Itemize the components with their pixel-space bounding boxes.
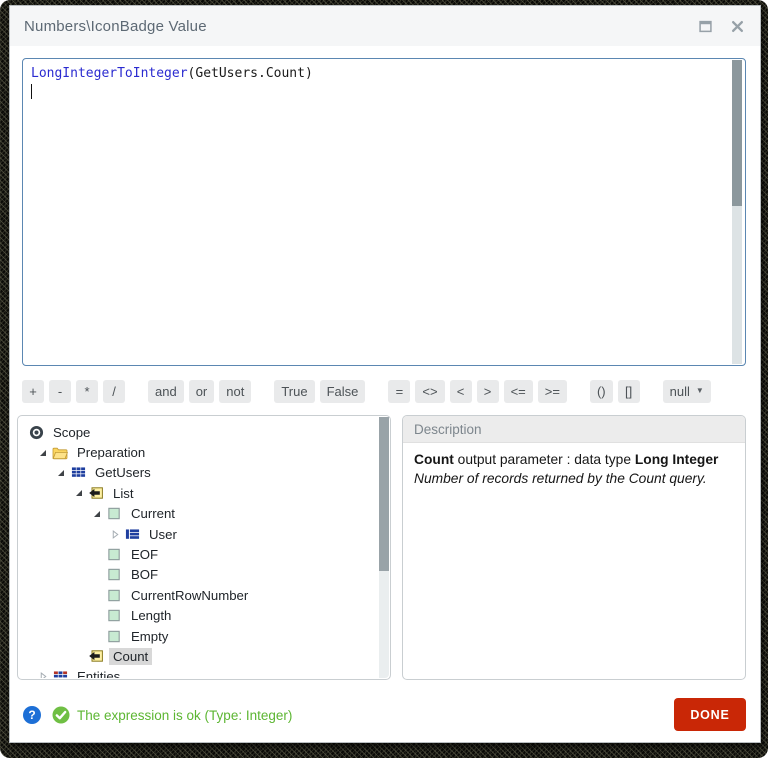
tree-item-eof[interactable]: EOF (19, 544, 377, 564)
value-square-icon (106, 587, 122, 603)
description-term: Count (414, 452, 454, 467)
aggregate-table-icon (70, 465, 86, 481)
tree-item-label: Length (131, 608, 172, 624)
expression-editor-dialog: Numbers\IconBadge Value LongIntegerToInt… (9, 5, 761, 743)
tree-item-label: List (113, 485, 134, 501)
value-square-icon (106, 547, 122, 563)
operator-divide-button[interactable]: / (103, 379, 125, 403)
tree-item-label: Preparation (77, 445, 146, 461)
tree-scrollbar[interactable] (379, 417, 389, 678)
tree-item-user[interactable]: User (19, 524, 377, 544)
operator-greater-button[interactable]: > (476, 379, 499, 403)
window-close-icon (731, 20, 743, 32)
tree-item-preparation[interactable]: Preparation (19, 442, 377, 462)
status-bar: ? The expression is ok (Type: Integer) D… (23, 697, 746, 733)
description-body: Count output parameter : data type Long … (403, 443, 745, 495)
value-square-icon (106, 506, 122, 522)
editor-scrollbar-thumb[interactable] (732, 60, 742, 206)
folder-open-icon (52, 445, 68, 461)
description-datatype: Long Integer (634, 452, 719, 467)
tree-item-bof[interactable]: BOF (19, 565, 377, 585)
tree-item-label: Current (131, 506, 175, 522)
operator-not-button[interactable]: not (219, 379, 252, 403)
description-line1: Count output parameter : data type Long … (414, 452, 719, 467)
expander-expanded-icon[interactable] (74, 490, 84, 497)
operator-toolbar: + - * / and or not True False = <> < > <… (22, 378, 746, 404)
expander-expanded-icon[interactable] (56, 469, 66, 476)
entities-table-icon (52, 669, 68, 678)
tree-item-label: EOF (131, 547, 159, 563)
tree-item-current[interactable]: Current (19, 504, 377, 524)
tree-item-getusers[interactable]: GetUsers (19, 463, 377, 483)
tree-item-currentrownumber[interactable]: CurrentRowNumber (19, 585, 377, 605)
chevron-down-icon: ▼ (695, 386, 704, 395)
expression-text: LongIntegerToInteger(GetUsers.Count) (31, 64, 721, 83)
window-controls (698, 19, 744, 33)
title-bar: Numbers\IconBadge Value (10, 6, 760, 46)
tree-item-entities[interactable]: Entities (19, 667, 377, 678)
close-button[interactable] (730, 19, 744, 33)
tree-item-label: Entities (77, 669, 121, 678)
tree-item-length[interactable]: Length (19, 606, 377, 626)
function-name: LongIntegerToInteger (31, 66, 188, 81)
dialog-title: Numbers\IconBadge Value (24, 17, 207, 35)
value-square-icon (106, 608, 122, 624)
operator-equals-button[interactable]: = (388, 379, 411, 403)
entity-table-icon (124, 526, 140, 542)
operator-or-button[interactable]: or (188, 379, 215, 403)
expander-collapsed-icon[interactable] (110, 529, 120, 540)
tree-scrollbar-thumb[interactable] (379, 417, 389, 571)
tree-item-count[interactable]: Count (19, 646, 377, 666)
tree-item-label: BOF (131, 567, 159, 583)
scope-icon (28, 424, 44, 440)
expression-input[interactable]: LongIntegerToInteger(GetUsers.Count) (22, 58, 746, 366)
output-parameter-icon (88, 485, 104, 501)
help-button[interactable]: ? (23, 706, 41, 724)
operator-multiply-button[interactable]: * (76, 379, 98, 403)
text-cursor (31, 84, 32, 99)
square-brackets-button[interactable]: [] (617, 379, 640, 403)
operator-plus-button[interactable]: + (22, 379, 44, 403)
tree-item-label: Scope (53, 424, 91, 440)
false-button[interactable]: False (319, 379, 366, 403)
operator-and-button[interactable]: and (148, 379, 184, 403)
expander-collapsed-icon[interactable] (38, 671, 48, 678)
tree-item-label: GetUsers (95, 465, 151, 481)
expander-expanded-icon[interactable] (38, 449, 48, 456)
true-button[interactable]: True (274, 379, 315, 403)
description-line2: Number of records returned by the Count … (414, 471, 707, 486)
expander-expanded-icon[interactable] (92, 510, 102, 517)
operator-notequal-button[interactable]: <> (415, 379, 445, 403)
description-header-label: Description (414, 421, 482, 437)
window-maximize-icon (698, 20, 712, 32)
editor-scrollbar[interactable] (732, 60, 742, 364)
done-button[interactable]: DONE (674, 698, 746, 731)
tree-item-label-selected: Count (109, 647, 153, 665)
validation-message: The expression is ok (Type: Integer) (77, 707, 293, 723)
parentheses-button[interactable]: () (589, 379, 613, 403)
check-circle-icon (52, 706, 70, 724)
value-square-icon (106, 567, 122, 583)
output-parameter-icon (88, 648, 104, 664)
scope-tree: Scope Preparation GetUsers List Current … (19, 417, 377, 678)
function-args: (GetUsers.Count) (187, 66, 313, 81)
operator-lessequal-button[interactable]: <= (503, 379, 533, 403)
question-mark-icon: ? (28, 708, 36, 722)
tree-item-list[interactable]: List (19, 483, 377, 503)
operator-less-button[interactable]: < (449, 379, 472, 403)
tree-item-label: User (149, 526, 177, 542)
operator-minus-button[interactable]: - (49, 379, 71, 403)
tree-item-label: CurrentRowNumber (131, 587, 249, 603)
tree-item-empty[interactable]: Empty (19, 626, 377, 646)
tree-item-label: Empty (131, 628, 169, 644)
description-panel: Description Count output parameter : dat… (402, 415, 746, 680)
description-header: Description (403, 416, 745, 443)
maximize-button[interactable] (698, 19, 712, 33)
operator-greaterequal-button[interactable]: >= (537, 379, 567, 403)
tree-item-scope[interactable]: Scope (19, 422, 377, 442)
null-label: null (669, 383, 690, 399)
null-dropdown[interactable]: null ▼ (662, 379, 711, 403)
value-square-icon (106, 628, 122, 644)
scope-tree-panel: Scope Preparation GetUsers List Current … (17, 415, 391, 680)
